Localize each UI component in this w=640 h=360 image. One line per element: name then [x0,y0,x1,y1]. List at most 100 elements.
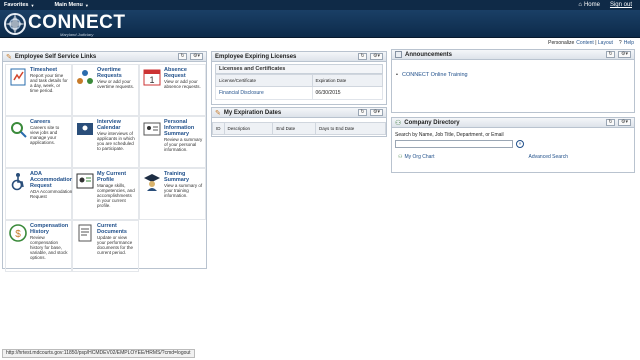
personalize-bar: Personalize Content | Layout ? Help [548,40,634,46]
directory-panel: ⚇ Company Directory ↻ ⚙▾ Search by Name,… [391,117,635,173]
column-header: Days to End Date [314,122,387,135]
favorites-label: Favorites [4,2,29,8]
refresh-icon[interactable]: ↻ [606,119,615,126]
tile-title[interactable]: Interview Calendar [97,119,136,131]
my-org-chart-label: My Org Chart [404,154,435,160]
tile-title[interactable]: Overtime Requests [97,67,136,79]
home-link[interactable]: ⌂ Home [578,2,600,8]
tile-description: View a summary of your training informat… [164,183,203,198]
tile-text: Careers Careers site to view jobs and man… [30,119,69,165]
ess-tile-overtime-requests[interactable]: Overtime Requests View or add your overti… [72,64,139,116]
gear-icon[interactable]: ⚙▾ [618,51,631,58]
ess-tile-grid: Timesheet Report your time and task detai… [5,64,207,272]
directory-panel-title: Company Directory [404,119,460,126]
tile-title[interactable]: Training Summary [164,171,203,183]
tile-text: Current Documents Update or view your per… [97,223,136,269]
ess-tile-my-current-profile[interactable]: My Current Profile Manage skills, compete… [72,168,139,220]
brand-header: CONNECT Maryland Judiciary [0,10,640,38]
org-chart-icon: ⚇ [398,154,403,160]
column-header: ID [212,122,225,135]
column-header: License/Certificate [215,74,313,87]
tile-description: Report your time and task details for a … [30,73,68,93]
careers-icon [8,119,28,139]
sign-out-link[interactable]: Sign out [610,2,632,8]
tile-text: Interview Calendar View interviews of app… [97,119,136,165]
ess-tile-careers[interactable]: Careers Careers site to view jobs and man… [5,116,72,168]
directory-search-label: Search by Name, Job Title, Department, o… [395,132,504,138]
tile-description: Careers site to view jobs and manage you… [30,125,60,145]
personalize-label: Personalize [548,40,575,46]
column-header: Description [223,122,274,135]
ess-tile-interview-calendar[interactable]: Interview Calendar View interviews of app… [72,116,139,168]
separator: | [595,40,597,46]
directory-panel-header: ⚇ Company Directory ↻ ⚙▾ [392,118,634,128]
directory-search-input[interactable] [395,140,513,148]
personalize-content-link[interactable]: Content [576,40,594,46]
refresh-icon[interactable]: ↻ [358,109,367,116]
main-menu-label: Main Menu [54,2,83,8]
help-label: Help [623,40,634,46]
ess-tile-compensation-history[interactable]: $ Compensation History Review compensation… [5,220,72,272]
column-header: End Date [272,122,316,135]
advanced-search-link[interactable]: Advanced Search [529,154,568,160]
main-menu[interactable]: Main Menu ▼ [50,2,92,8]
profile-icon [75,171,95,191]
expiration-panel: ✎ My Expiration Dates ↻ ⚙▾ ID Descriptio… [211,107,387,137]
top-menubar: Favorites ▼ Main Menu ▼ ⌂ Home Sign out [0,0,640,10]
my-org-chart-link[interactable]: ⚇ My Org Chart [398,154,435,160]
tile-description: View interviews of applicants in which y… [97,131,135,151]
search-go-button[interactable]: » [516,140,524,148]
gear-icon[interactable]: ⚙▾ [190,53,203,60]
ess-tile-personal-information-summary[interactable]: Personal Information Summary Review a sum… [139,116,206,168]
tile-text: Timesheet Report your time and task detai… [30,67,69,113]
tile-description: Review compensation history for base, va… [30,235,68,260]
overtime-icon [75,67,95,87]
refresh-icon[interactable]: ↻ [606,51,615,58]
expiration-panel-title: My Expiration Dates [223,109,282,116]
license-expiration: 06/30/2015 [311,86,384,100]
chevron-down-icon: ▼ [84,2,89,8]
refresh-icon[interactable]: ↻ [178,53,187,60]
personalize-layout-link[interactable]: Layout [598,40,613,46]
tile-text: Training Summary View a summary of your t… [164,171,203,217]
favorites-menu[interactable]: Favorites ▼ [0,2,38,8]
ess-tile-training-summary[interactable]: Training Summary View a summary of your t… [139,168,206,220]
announcements-panel: Announcements ↻ ⚙▾ CONNECT Online Traini… [391,49,635,113]
ess-tile-current-documents[interactable]: Current Documents Update or view your per… [72,220,139,272]
training-icon [142,171,162,191]
ess-panel-header: ✎ Employee Self Service Links ↻ ⚙▾ [3,52,206,62]
ess-tile-ada-accommodation-request[interactable]: ADA Accommodation Request ADA Accommodati… [5,168,73,220]
tile-text: Overtime Requests View or add your overti… [97,67,136,113]
tile-text: Absence Request View or add your absence … [164,67,203,113]
gear-icon[interactable]: ⚙▾ [370,53,383,60]
announcement-link[interactable]: CONNECT Online Training [392,72,634,78]
documents-icon [75,223,95,243]
tile-text: My Current Profile Manage skills, compete… [97,171,136,217]
ess-tile-timesheet[interactable]: Timesheet Report your time and task detai… [5,64,72,116]
tile-description: Review a summary of your personal inform… [164,137,203,152]
help-link[interactable]: ? Help [619,40,634,46]
licenses-panel-header: Employee Expiring Licenses ↻ ⚙▾ [212,52,386,62]
svg-text:$: $ [15,229,21,240]
compensation-icon: $ [8,223,28,243]
tile-description: View or add your overtime requests. [97,79,135,89]
help-icon: ? [618,40,622,46]
brand-subtitle: Maryland Judiciary [60,32,94,37]
refresh-icon[interactable]: ↻ [358,53,367,60]
tile-title[interactable]: ADA Accommodation Request [30,171,73,189]
tile-title[interactable]: Absence Request [164,67,203,79]
licenses-table: License/Certificate Expiration Date Fina… [215,74,384,100]
expiration-table: ID Description End Date Days to End Date [212,122,387,135]
tile-title[interactable]: My Current Profile [97,171,136,183]
tile-text: Personal Information Summary Review a sum… [164,119,203,165]
tile-title[interactable]: Compensation History [30,223,69,235]
tile-title[interactable]: Current Documents [97,223,136,235]
gear-icon[interactable]: ⚙▾ [618,119,631,126]
ess-tile-absence-request[interactable]: 1 Absence Request View or add your absence… [139,64,206,116]
brand-title: CONNECT [28,12,126,33]
gear-icon[interactable]: ⚙▾ [370,109,383,116]
pencil-icon: ✎ [215,109,221,117]
tile-description: View or add your absence requests. [164,79,201,89]
tile-title[interactable]: Personal Information Summary [164,119,203,137]
license-name-link[interactable]: Financial Disclosure [215,86,313,100]
